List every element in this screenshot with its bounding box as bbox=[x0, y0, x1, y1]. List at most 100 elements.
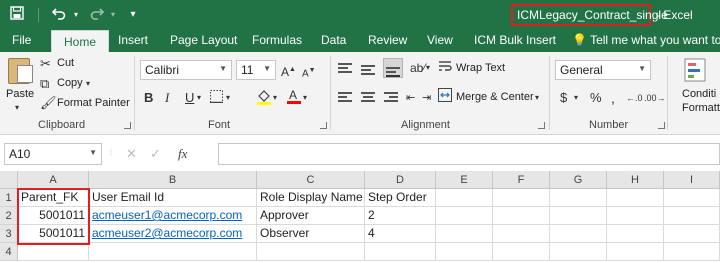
cell-b3-link[interactable]: acmeuser2@acmecorp.com bbox=[89, 225, 257, 243]
comma-style-icon[interactable]: , bbox=[611, 90, 615, 106]
cell-c2[interactable]: Approver bbox=[257, 207, 365, 225]
cell-a3[interactable]: 5001011 bbox=[18, 225, 89, 243]
merge-center-button[interactable]: Merge & Center bbox=[456, 91, 534, 103]
cell-g3[interactable] bbox=[550, 225, 607, 243]
cell-f4[interactable] bbox=[493, 243, 550, 261]
cut-icon[interactable]: ✂ bbox=[40, 56, 51, 72]
insert-function-icon[interactable]: fx bbox=[178, 146, 187, 162]
cell-f3[interactable] bbox=[493, 225, 550, 243]
cell-c1[interactable]: Role Display Name bbox=[257, 189, 365, 207]
copy-button[interactable]: Copy bbox=[57, 77, 83, 89]
conditional-formatting-button[interactable]: Conditi bbox=[682, 88, 716, 100]
cell-h4[interactable] bbox=[607, 243, 664, 261]
tab-data[interactable]: Data bbox=[321, 33, 346, 47]
font-launcher-icon[interactable] bbox=[320, 122, 327, 129]
row-header-4[interactable]: 4 bbox=[0, 243, 18, 261]
cell-f2[interactable] bbox=[493, 207, 550, 225]
number-launcher-icon[interactable] bbox=[658, 122, 665, 129]
cell-g4[interactable] bbox=[550, 243, 607, 261]
percent-icon[interactable]: % bbox=[590, 90, 602, 106]
currency-dropdown-icon[interactable]: ▾ bbox=[574, 90, 578, 106]
enter-icon[interactable]: ✓ bbox=[150, 146, 161, 162]
cell-i1[interactable] bbox=[664, 189, 720, 207]
save-icon[interactable] bbox=[8, 6, 26, 24]
cell-d3[interactable]: 4 bbox=[365, 225, 436, 243]
cell-d1[interactable]: Step Order bbox=[365, 189, 436, 207]
cell-c3[interactable]: Observer bbox=[257, 225, 365, 243]
increase-indent-icon[interactable]: ⇥ bbox=[422, 90, 431, 106]
tab-view[interactable]: View bbox=[427, 33, 453, 47]
more-options-icon[interactable]: ⋮ bbox=[108, 149, 114, 156]
cell-b4[interactable] bbox=[89, 243, 257, 261]
redo-dropdown-icon[interactable]: ▾ bbox=[104, 6, 122, 24]
cell-e1[interactable] bbox=[436, 189, 493, 207]
cell-a4[interactable] bbox=[18, 243, 89, 261]
cell-a2[interactable]: 5001011 bbox=[18, 207, 89, 225]
borders-icon[interactable] bbox=[210, 90, 223, 107]
bold-icon[interactable]: B bbox=[144, 90, 153, 106]
cell-h3[interactable] bbox=[607, 225, 664, 243]
column-header-a[interactable]: A bbox=[18, 171, 89, 189]
row-header-1[interactable]: 1 bbox=[0, 189, 18, 207]
tab-insert[interactable]: Insert bbox=[118, 33, 148, 47]
merge-center-icon[interactable] bbox=[438, 88, 452, 106]
row-header-2[interactable]: 2 bbox=[0, 207, 18, 225]
cell-b1[interactable]: User Email Id bbox=[89, 189, 257, 207]
font-color-dropdown-icon[interactable]: ▾ bbox=[303, 90, 307, 106]
cancel-icon[interactable]: ✕ bbox=[126, 146, 137, 162]
underline-icon[interactable]: U bbox=[185, 90, 194, 106]
merge-dropdown-icon[interactable]: ▾ bbox=[535, 90, 539, 106]
row-header-3[interactable]: 3 bbox=[0, 225, 18, 243]
column-header-i[interactable]: I bbox=[664, 171, 720, 189]
alignment-launcher-icon[interactable] bbox=[538, 122, 545, 129]
column-header-h[interactable]: H bbox=[607, 171, 664, 189]
column-header-e[interactable]: E bbox=[436, 171, 493, 189]
font-size-select[interactable]: 11 ▼ bbox=[236, 60, 276, 80]
tell-me-search[interactable]: 💡 Tell me what you want to do bbox=[572, 33, 720, 47]
select-all-corner[interactable] bbox=[0, 171, 18, 189]
paste-button[interactable]: Paste bbox=[6, 88, 34, 100]
cell-d2[interactable]: 2 bbox=[365, 207, 436, 225]
column-header-g[interactable]: G bbox=[550, 171, 607, 189]
cell-i3[interactable] bbox=[664, 225, 720, 243]
underline-dropdown-icon[interactable]: ▾ bbox=[197, 90, 201, 106]
copy-icon[interactable]: ⧉ bbox=[40, 76, 49, 92]
increase-font-icon[interactable]: A▲ bbox=[281, 62, 296, 80]
cell-b2-link[interactable]: acmeuser1@acmecorp.com bbox=[89, 207, 257, 225]
cell-e2[interactable] bbox=[436, 207, 493, 225]
decrease-indent-icon[interactable]: ⇤ bbox=[406, 90, 415, 106]
column-header-c[interactable]: C bbox=[257, 171, 365, 189]
tab-page-layout[interactable]: Page Layout bbox=[170, 33, 237, 47]
number-format-select[interactable]: General ▼ bbox=[555, 60, 651, 80]
font-name-select[interactable]: Calibri ▼ bbox=[140, 60, 232, 80]
column-header-b[interactable]: B bbox=[89, 171, 257, 189]
decrease-decimal-icon[interactable]: .00→ bbox=[644, 90, 666, 106]
cell-e3[interactable] bbox=[436, 225, 493, 243]
orientation-icon[interactable]: ab⁄ bbox=[410, 60, 425, 76]
cut-button[interactable]: Cut bbox=[57, 57, 74, 69]
fill-color-dropdown-icon[interactable]: ▾ bbox=[273, 90, 277, 106]
increase-decimal-icon[interactable]: ←.0 bbox=[626, 90, 643, 106]
decrease-font-icon[interactable]: A▼ bbox=[302, 63, 316, 82]
format-painter-icon[interactable]: 🖌 bbox=[40, 95, 57, 111]
italic-icon[interactable]: I bbox=[165, 90, 169, 106]
wrap-text-button[interactable]: Wrap Text bbox=[456, 62, 505, 74]
copy-dropdown-icon[interactable]: ▾ bbox=[86, 76, 90, 92]
format-painter-button[interactable]: Format Painter bbox=[57, 97, 130, 109]
customize-qat-icon[interactable]: ▾ bbox=[124, 6, 142, 24]
orientation-dropdown-icon[interactable]: ▾ bbox=[426, 60, 430, 76]
cell-a1[interactable]: Parent_FK bbox=[18, 189, 89, 207]
conditional-formatting-icon[interactable] bbox=[684, 58, 706, 86]
borders-dropdown-icon[interactable]: ▾ bbox=[226, 90, 230, 106]
cell-h1[interactable] bbox=[607, 189, 664, 207]
undo-dropdown-icon[interactable]: ▾ bbox=[67, 6, 85, 24]
formula-input[interactable] bbox=[218, 143, 720, 165]
wrap-text-icon[interactable] bbox=[438, 59, 452, 77]
cell-c4[interactable] bbox=[257, 243, 365, 261]
tab-review[interactable]: Review bbox=[368, 33, 407, 47]
cell-e4[interactable] bbox=[436, 243, 493, 261]
cell-f1[interactable] bbox=[493, 189, 550, 207]
cell-h2[interactable] bbox=[607, 207, 664, 225]
paste-dropdown-icon[interactable]: ▾ bbox=[15, 100, 19, 116]
tab-home[interactable]: Home bbox=[51, 30, 109, 53]
